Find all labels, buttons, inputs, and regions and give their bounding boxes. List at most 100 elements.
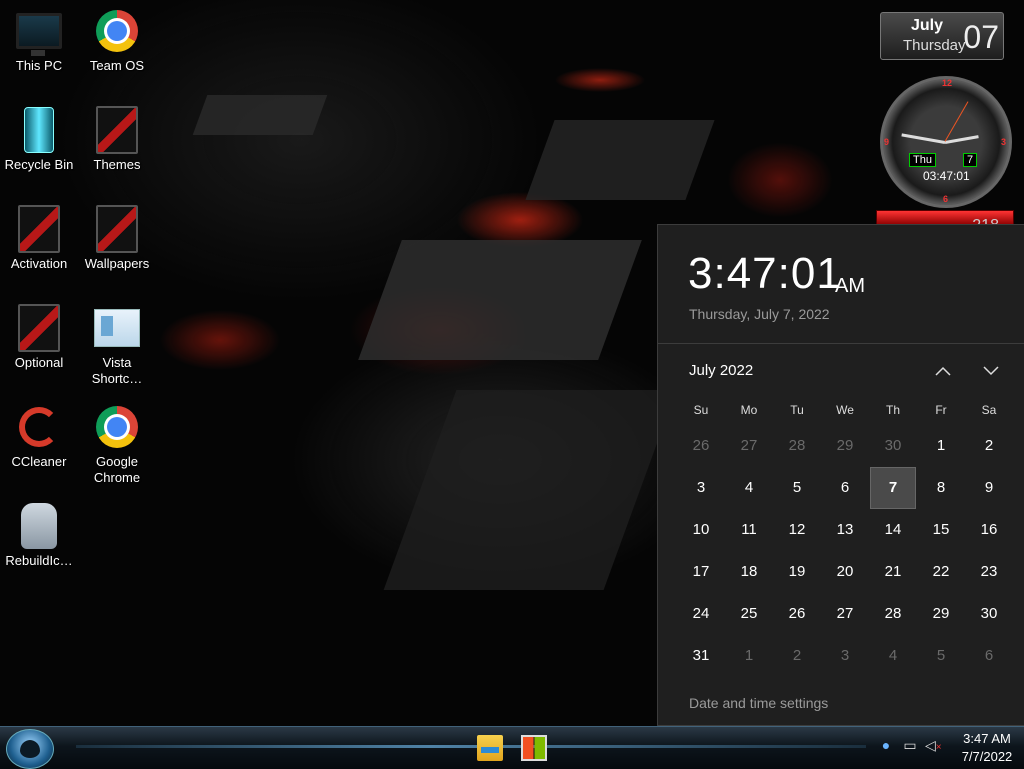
desktop-icon-label: Vista Shortc…	[91, 355, 143, 386]
chevron-down-icon	[983, 366, 999, 376]
calendar-day[interactable]: 13	[821, 509, 869, 551]
desktop-icon-label: Recycle Bin	[4, 157, 74, 172]
date-widget[interactable]: July Thursday 07	[880, 12, 1004, 60]
calendar-day[interactable]: 29	[917, 593, 965, 635]
next-month-button[interactable]	[976, 357, 1006, 385]
chrome-icon	[96, 406, 138, 448]
calendar-day[interactable]: 3	[677, 467, 725, 509]
desktop-icon-this-pc[interactable]: This PC	[0, 8, 78, 74]
desktop-icon-label: Google Chrome	[93, 454, 141, 485]
calendar-day[interactable]: 2	[773, 635, 821, 677]
calendar-day[interactable]: 6	[821, 467, 869, 509]
calendar-weekday-header: Th	[885, 403, 900, 417]
calendar-day[interactable]: 27	[725, 425, 773, 467]
flyout-time: 3:47:01	[688, 249, 842, 298]
clock-gadget[interactable]: 12 3 6 9 Thu 7 03:47:01	[880, 76, 1012, 208]
system-tray: ● ▭ ◁× 3:47 AM 7/7/2022	[870, 727, 1024, 769]
calendar-day[interactable]: 17	[677, 551, 725, 593]
calendar-day[interactable]: 22	[917, 551, 965, 593]
network-icon[interactable]: ▭	[902, 737, 918, 753]
clock-number-6: 6	[943, 194, 949, 204]
calendar-day[interactable]: 30	[869, 425, 917, 467]
calendar-day[interactable]: 10	[677, 509, 725, 551]
clock-hour-hand	[944, 135, 979, 144]
date-time-settings-link[interactable]: Date and time settings	[689, 695, 828, 711]
clock-number-9: 9	[884, 137, 890, 147]
calendar-day[interactable]: 4	[869, 635, 917, 677]
calendar-day[interactable]: 27	[821, 593, 869, 635]
desktop-icon-optional[interactable]: Optional	[0, 304, 78, 371]
calendar-day[interactable]: 31	[677, 635, 725, 677]
file-explorer-button[interactable]	[477, 735, 503, 761]
calendar-day[interactable]: 30	[965, 593, 1013, 635]
calendar-day[interactable]: 3	[821, 635, 869, 677]
calendar-day[interactable]: 1	[725, 635, 773, 677]
calendar-day[interactable]: 2	[965, 425, 1013, 467]
desktop-icon-wallpapers[interactable]: Wallpapers	[78, 205, 156, 272]
clock-number-3: 3	[1001, 137, 1007, 147]
date-widget-weekday: Thursday	[903, 37, 966, 54]
calendar-day[interactable]: 12	[773, 509, 821, 551]
taskbar-clock[interactable]: 3:47 AM 7/7/2022	[952, 730, 1022, 766]
chevron-up-icon	[935, 366, 951, 376]
desktop-icon-rebuild-icon-cache[interactable]: RebuildIc…	[0, 503, 78, 569]
optional-icon	[18, 304, 60, 352]
calendar-day[interactable]: 28	[773, 425, 821, 467]
flyout-ampm: AM	[835, 275, 865, 297]
desktop-icon-label: RebuildIc…	[5, 553, 73, 568]
calendar-day[interactable]: 5	[917, 635, 965, 677]
calendar-day[interactable]: 19	[773, 551, 821, 593]
calendar-weekday-header: Mo	[740, 403, 758, 417]
desktop-icon-activation[interactable]: Activation	[0, 205, 78, 272]
calendar-day[interactable]: 28	[869, 593, 917, 635]
wallpaper-block	[358, 240, 642, 360]
calendar-day-today[interactable]: 7	[870, 467, 916, 509]
calendar-day[interactable]: 1	[917, 425, 965, 467]
activation-icon	[18, 205, 60, 253]
calendar-day[interactable]: 5	[773, 467, 821, 509]
calendar-day[interactable]: 8	[917, 467, 965, 509]
divider	[658, 343, 1024, 344]
volume-muted-icon[interactable]: ◁×	[925, 737, 942, 753]
clock-date-tag: 7	[963, 153, 978, 167]
desktop-icon-team-os[interactable]: Team OS	[78, 8, 156, 74]
desktop-icon-label: This PC	[15, 58, 63, 73]
calendar-month-label[interactable]: July 2022	[689, 362, 753, 379]
flyout-date-long[interactable]: Thursday, July 7, 2022	[689, 306, 830, 322]
calendar-day[interactable]: 16	[965, 509, 1013, 551]
microsoft-store-button[interactable]	[521, 735, 547, 761]
calendar-day[interactable]: 29	[821, 425, 869, 467]
calendar-day[interactable]: 24	[677, 593, 725, 635]
rebuild-icon-cache-icon	[21, 503, 57, 549]
desktop-icon-recycle-bin[interactable]: Recycle Bin	[0, 107, 78, 173]
desktop-icon-ccleaner[interactable]: CCleaner	[0, 404, 78, 470]
wallpapers-icon	[96, 205, 138, 253]
desktop-icon-themes[interactable]: Themes	[78, 106, 156, 173]
calendar-day[interactable]: 26	[677, 425, 725, 467]
calendar-weekday-header: Sa	[981, 403, 997, 417]
desktop-icon-vista-shortcut[interactable]: Vista Shortc…	[78, 305, 156, 387]
calendar-day[interactable]: 9	[965, 467, 1013, 509]
taskbar-time: 3:47 AM	[963, 731, 1011, 746]
calendar-day[interactable]: 26	[773, 593, 821, 635]
clock-second-hand	[944, 101, 969, 142]
calendar-day[interactable]: 21	[869, 551, 917, 593]
calendar-weekday-header: Fr	[935, 403, 947, 417]
desktop-icon-label: Team OS	[89, 58, 145, 73]
previous-month-button[interactable]	[928, 357, 958, 385]
people-icon[interactable]: ●	[878, 737, 894, 753]
calendar-day[interactable]: 14	[869, 509, 917, 551]
calendar-day[interactable]: 25	[725, 593, 773, 635]
vista-shortcut-icon	[94, 309, 140, 347]
clock-minute-hand	[901, 133, 946, 144]
calendar-day[interactable]: 6	[965, 635, 1013, 677]
calendar-day[interactable]: 11	[725, 509, 773, 551]
calendar-day[interactable]: 18	[725, 551, 773, 593]
desktop-icon-google-chrome[interactable]: Google Chrome	[78, 404, 156, 486]
calendar-day[interactable]: 20	[821, 551, 869, 593]
calendar-day[interactable]: 15	[917, 509, 965, 551]
calendar-day[interactable]: 4	[725, 467, 773, 509]
calendar-day[interactable]: 23	[965, 551, 1013, 593]
desktop-icon-label: Wallpapers	[84, 256, 150, 271]
start-button[interactable]	[6, 729, 54, 769]
